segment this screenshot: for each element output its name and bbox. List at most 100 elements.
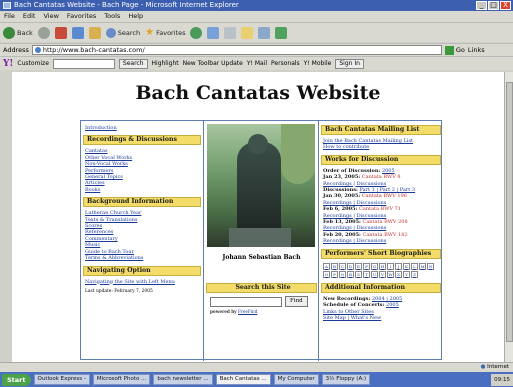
menu-tools[interactable]: Tools <box>104 11 120 22</box>
alphabet-letter-link[interactable]: K <box>403 262 410 270</box>
nav-link[interactable]: Books <box>85 187 203 193</box>
work-title-link[interactable]: Cantata BWV 208 <box>363 219 408 225</box>
alphabet-letter-link[interactable]: H <box>379 262 386 270</box>
alphabet-letter-link[interactable]: A <box>323 262 330 270</box>
alphabet-letter-link[interactable]: U <box>371 270 378 278</box>
yahoo-search-button[interactable]: Search <box>118 58 148 69</box>
personals-button[interactable]: Personals <box>271 60 300 67</box>
folder-icon[interactable] <box>241 26 254 39</box>
work-title-link[interactable]: Cantata BWV 71 <box>359 206 401 212</box>
taskbar-item[interactable]: bach newsletter ... <box>153 374 213 385</box>
alphabet-letter-link[interactable]: Y <box>403 270 410 278</box>
contribute-link[interactable]: How to contribute <box>323 144 443 150</box>
alphabet-letter-link[interactable]: Z <box>411 270 418 278</box>
alphabet-letter-link[interactable]: P <box>331 270 338 278</box>
alphabet-letter-link[interactable]: L <box>411 262 418 270</box>
work-date: Feb 20, 2005: <box>323 231 361 238</box>
alphabet-letter-link[interactable]: B <box>331 262 338 270</box>
mail-icon[interactable] <box>224 26 237 39</box>
order-link[interactable]: 2005 <box>382 168 395 174</box>
close-button[interactable]: X <box>500 1 511 10</box>
system-tray-clock: 09:15 <box>491 373 513 386</box>
vertical-scrollbar[interactable] <box>504 72 513 362</box>
minimize-button[interactable]: _ <box>476 1 487 10</box>
work-title-link[interactable]: Cantata BWV 196 <box>362 193 407 199</box>
menu-file[interactable]: File <box>4 11 15 22</box>
alphabet-letter-link[interactable]: V <box>379 270 386 278</box>
back-label: Back <box>17 28 33 37</box>
forward-arrow-icon[interactable] <box>37 26 50 39</box>
maximize-button[interactable]: □ <box>488 1 499 10</box>
alphabet-letter-link[interactable]: I <box>387 262 394 270</box>
alphabet-letter-link[interactable]: R <box>347 270 354 278</box>
work-links[interactable]: Recordings | Discussions <box>323 213 386 219</box>
find-button[interactable]: Find <box>285 296 308 307</box>
alphabet-letter-link[interactable]: T <box>363 270 370 278</box>
work-links[interactable]: Recordings | Discussions <box>323 200 386 206</box>
address-input[interactable]: http://www.bach-cantatas.com/ <box>31 45 442 55</box>
sign-in-button[interactable]: Sign In <box>335 58 364 69</box>
yahoo-search-input[interactable] <box>52 58 115 69</box>
site-title: Bach Cantatas Website <box>135 82 381 104</box>
work-links[interactable]: Recordings | Discussions <box>323 238 386 244</box>
work-links[interactable]: Recordings | Discussions <box>323 181 386 187</box>
menu-view[interactable]: View <box>43 11 58 22</box>
nav-link[interactable]: Terms & Abbreviations <box>85 255 203 261</box>
yahoo-logo[interactable]: Y! <box>3 59 13 69</box>
refresh-icon[interactable] <box>71 26 84 39</box>
back-button[interactable]: Back <box>3 26 33 39</box>
menu-favorites[interactable]: Favorites <box>67 11 96 22</box>
messenger-icon[interactable] <box>275 26 288 39</box>
alphabet-letter-link[interactable]: G <box>371 262 378 270</box>
go-button[interactable]: Go <box>444 45 465 55</box>
alphabet-letter-link[interactable]: S <box>355 270 362 278</box>
home-icon[interactable] <box>88 26 101 39</box>
sitemap-link[interactable]: Site Map | What's New <box>323 315 443 321</box>
intro-link[interactable]: Introduction <box>85 125 203 131</box>
star-icon: ★ <box>145 27 155 38</box>
search-button[interactable]: Search <box>105 27 140 38</box>
links-button[interactable]: Links <box>468 46 485 54</box>
alphabet-letter-link[interactable]: F <box>363 262 370 270</box>
nav-link[interactable]: Navigating the Site with Left Menu <box>85 279 203 285</box>
highlight-button[interactable]: Highlight <box>152 60 179 67</box>
freefind-link[interactable]: FreeFind <box>238 309 258 314</box>
customize-button[interactable]: Customize <box>17 60 49 67</box>
taskbar-item[interactable]: Microsoft Photo ... <box>92 374 151 385</box>
work-title-link[interactable]: Cantata BWV 8 <box>362 174 401 180</box>
alphabet-letter-link[interactable]: Q <box>339 270 346 278</box>
alphabet-letter-link[interactable]: D <box>347 262 354 270</box>
powered-label: powered by <box>210 309 237 314</box>
taskbar-item[interactable]: Outlook Express - <box>33 374 90 385</box>
menu-edit[interactable]: Edit <box>23 11 36 22</box>
start-button[interactable]: Start <box>2 373 31 386</box>
alphabet-letter-link[interactable]: W <box>387 270 394 278</box>
alphabet-letter-link[interactable]: C <box>339 262 346 270</box>
taskbar-item-active[interactable]: Bach Cantatas ... <box>215 374 271 385</box>
middle-column: Johann Sebastian Bach Search this Site F… <box>204 121 319 361</box>
print-icon[interactable] <box>258 26 271 39</box>
work-title-link[interactable]: Cantata BWV 182 <box>363 232 408 238</box>
taskbar-item[interactable]: My Computer <box>273 374 319 385</box>
menu-help[interactable]: Help <box>128 11 143 22</box>
alphabet-letter-link[interactable]: E <box>355 262 362 270</box>
schedule-link[interactable]: 2005 <box>386 302 399 308</box>
scroll-thumb[interactable] <box>506 82 513 342</box>
site-search-input[interactable] <box>210 296 282 307</box>
alphabet-letter-link[interactable]: O <box>323 270 330 278</box>
yahoo-mobile-button[interactable]: Y! Mobile <box>304 60 332 67</box>
yahoo-mail-button[interactable]: Y! Mail <box>247 60 267 67</box>
favorites-button[interactable]: ★ Favorites <box>145 27 185 38</box>
new-recordings-links[interactable]: 2004 | 2005 <box>372 296 402 302</box>
toolbar-update-button[interactable]: New Toolbar Update <box>183 60 243 67</box>
media-icon[interactable] <box>190 26 203 39</box>
work-links[interactable]: Recordings | Discussions <box>323 225 386 231</box>
work-links[interactable]: Part 1 | Part 2 | Part 3 <box>359 187 415 193</box>
stop-icon[interactable] <box>54 26 67 39</box>
alphabet-letter-link[interactable]: X <box>395 270 402 278</box>
alphabet-letter-link[interactable]: J <box>395 262 402 270</box>
history-icon[interactable] <box>207 26 220 39</box>
alphabet-letter-link[interactable]: N <box>427 262 434 270</box>
taskbar-item[interactable]: 3½ Floppy (A:) <box>321 374 371 385</box>
alphabet-letter-link[interactable]: M <box>419 262 426 270</box>
